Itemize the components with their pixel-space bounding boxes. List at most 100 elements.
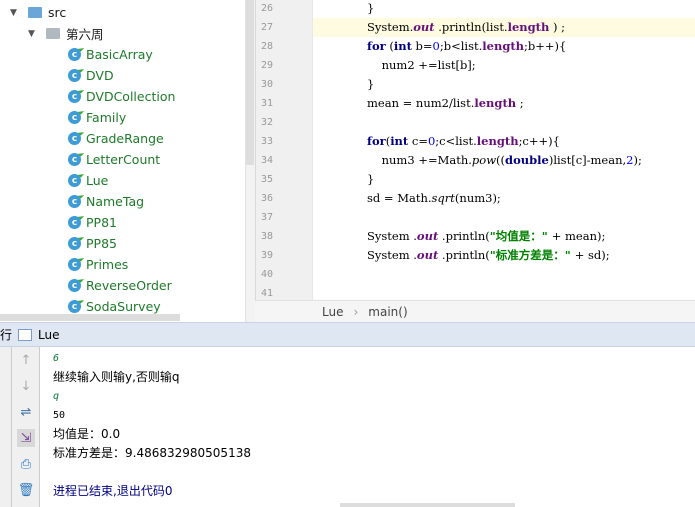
scroll-to-end-icon[interactable]: ⇲ bbox=[17, 429, 35, 447]
class-icon: c bbox=[68, 153, 81, 166]
tree-item-class[interactable]: c NameTag bbox=[68, 191, 144, 212]
line-number: 27 bbox=[261, 22, 274, 33]
class-icon: c bbox=[68, 300, 81, 313]
process-exit-line: 进程已结束,退出代码0 bbox=[53, 484, 173, 498]
console-line: 50 bbox=[53, 410, 66, 421]
code-line: num3 +=Math.pow((double)list[c]-mean,2); bbox=[367, 153, 642, 167]
print-icon[interactable]: ⎙ bbox=[17, 455, 35, 473]
class-icon: c bbox=[68, 279, 81, 292]
tree-label: ReverseOrder bbox=[86, 278, 172, 293]
tree-item-class[interactable]: c DVDCollection bbox=[68, 86, 175, 107]
code-line: } bbox=[367, 172, 375, 186]
package-icon bbox=[46, 28, 60, 39]
tree-item-class[interactable]: c BasicArray bbox=[68, 44, 153, 65]
run-tab-lue[interactable]: Lue bbox=[38, 328, 59, 342]
chevron-down-icon: ▼ bbox=[10, 7, 17, 18]
breadcrumb-class[interactable]: Lue bbox=[322, 305, 343, 319]
line-number: 33 bbox=[261, 136, 274, 147]
soft-wrap-icon[interactable]: ⇌ bbox=[17, 403, 35, 421]
class-icon: c bbox=[68, 237, 81, 250]
line-number: 38 bbox=[261, 231, 274, 242]
tree-item-class[interactable]: c LetterCount bbox=[68, 149, 160, 170]
line-number: 29 bbox=[261, 60, 274, 71]
run-tool-window-header: 行 Lue bbox=[0, 322, 695, 347]
class-icon: c bbox=[68, 90, 81, 103]
code-line: System .out .println("标准方差是：" + sd); bbox=[367, 248, 610, 262]
code-line: } bbox=[367, 77, 375, 91]
class-icon: c bbox=[68, 174, 81, 187]
console-line: 继续输入则输y,否则输q bbox=[53, 370, 180, 384]
tree-label: Lue bbox=[86, 173, 109, 188]
run-config-icon bbox=[18, 328, 33, 341]
line-number: 32 bbox=[261, 117, 274, 128]
tree-item-class[interactable]: c GradeRange bbox=[68, 128, 164, 149]
tree-label: NameTag bbox=[86, 194, 145, 209]
chevron-down-icon: ▼ bbox=[28, 28, 35, 39]
console-line: 均值是：0.0 bbox=[53, 427, 121, 441]
tree-item-src[interactable]: ▼ src bbox=[10, 2, 66, 23]
down-arrow-icon[interactable]: ↓ bbox=[17, 377, 35, 395]
console-input-line: q bbox=[53, 391, 60, 402]
tree-item-class[interactable]: c PP81 bbox=[68, 212, 117, 233]
tree-label: src bbox=[48, 5, 67, 20]
code-line: num2 +=list[b]; bbox=[367, 58, 476, 72]
tree-item-class[interactable]: c DVD bbox=[68, 65, 114, 86]
tree-item-package[interactable]: ▼ 第六周 bbox=[28, 23, 104, 44]
class-icon: c bbox=[68, 132, 81, 145]
run-toolbar-left bbox=[0, 347, 12, 507]
line-number: 26 bbox=[261, 3, 274, 14]
tree-label: 第六周 bbox=[66, 27, 104, 42]
class-icon: c bbox=[68, 195, 81, 208]
code-line: System .out .println("均值是：" + mean); bbox=[367, 229, 606, 243]
line-number: 36 bbox=[261, 193, 274, 204]
tree-scrollbar-thumb[interactable] bbox=[246, 0, 254, 165]
up-arrow-icon[interactable]: ↑ bbox=[17, 351, 35, 369]
console-toolbar: ↑ ↓ ⇌ ⇲ ⎙ 🗑 bbox=[12, 347, 40, 507]
trash-icon[interactable]: 🗑 bbox=[17, 481, 35, 499]
console-input-line: 6 bbox=[53, 353, 60, 364]
tree-label: PP85 bbox=[86, 236, 117, 251]
tree-label: Family bbox=[86, 110, 127, 125]
code-line: } bbox=[367, 1, 375, 15]
class-icon: c bbox=[68, 111, 81, 124]
tree-item-class[interactable]: c Family bbox=[68, 107, 126, 128]
tree-label: PP81 bbox=[86, 215, 117, 230]
class-icon: c bbox=[68, 69, 81, 82]
class-icon: c bbox=[68, 48, 81, 61]
project-tree: ▼ src ▼ 第六周 c BasicArray c DVD c DVDCollection c… bbox=[0, 0, 245, 322]
tree-item-class[interactable]: c Lue bbox=[68, 170, 108, 191]
line-number: 40 bbox=[261, 269, 274, 280]
breadcrumb-method[interactable]: main() bbox=[368, 305, 407, 319]
tree-label: DVDCollection bbox=[86, 89, 176, 104]
line-number: 30 bbox=[261, 79, 274, 90]
tree-label: DVD bbox=[86, 68, 114, 83]
tree-item-class[interactable]: c ReverseOrder bbox=[68, 275, 172, 296]
code-line: mean = num2/list.length ; bbox=[367, 96, 524, 110]
tree-label: SodaSurvey bbox=[86, 299, 161, 314]
code-line: sd = Math.sqrt(num3); bbox=[367, 191, 501, 205]
tree-horizontal-scrollbar[interactable] bbox=[0, 314, 180, 321]
tree-label: Primes bbox=[86, 257, 129, 272]
code-line: System.out .println(list.length ) ; bbox=[367, 20, 566, 34]
line-number: 28 bbox=[261, 41, 274, 52]
line-number: 37 bbox=[261, 212, 274, 223]
console-line: 标准方差是：9.486832980505138 bbox=[53, 446, 251, 460]
code-line: for(int c=0;c<list.length;c++){ bbox=[367, 134, 560, 148]
tree-label: GradeRange bbox=[86, 131, 164, 146]
tree-item-class[interactable]: c Primes bbox=[68, 254, 128, 275]
gutter-divider bbox=[312, 0, 313, 300]
class-icon: c bbox=[68, 216, 81, 229]
tree-label: LetterCount bbox=[86, 152, 161, 167]
breadcrumb: Lue › main() bbox=[255, 300, 695, 322]
line-number: 31 bbox=[261, 98, 274, 109]
code-line: for (int b=0;b<list.length;b++){ bbox=[367, 39, 567, 53]
line-number: 34 bbox=[261, 155, 274, 166]
folder-icon bbox=[28, 7, 42, 18]
console-horizontal-scrollbar[interactable] bbox=[340, 503, 515, 507]
line-number: 39 bbox=[261, 250, 274, 261]
chevron-right-icon: › bbox=[353, 304, 359, 319]
line-number: 35 bbox=[261, 174, 274, 185]
tree-item-class[interactable]: c PP85 bbox=[68, 233, 117, 254]
class-icon: c bbox=[68, 258, 81, 271]
tree-label: BasicArray bbox=[86, 47, 153, 62]
